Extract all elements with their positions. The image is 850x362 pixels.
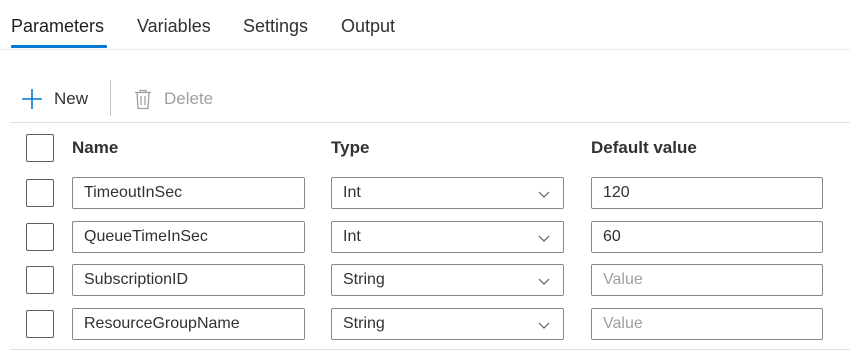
trash-icon <box>135 89 151 110</box>
parameter-name-input[interactable]: QueueTimeInSec <box>72 221 305 253</box>
row-checkbox[interactable] <box>26 266 54 294</box>
parameter-name-value: TimeoutInSec <box>84 184 183 201</box>
parameter-name-input[interactable]: SubscriptionID <box>72 264 305 296</box>
default-value-text: 120 <box>603 184 630 201</box>
parameter-type-dropdown[interactable]: String <box>331 308 564 340</box>
parameter-name-input[interactable]: ResourceGroupName <box>72 308 305 340</box>
parameter-type-dropdown[interactable]: Int <box>331 221 564 253</box>
select-all-checkbox[interactable] <box>26 134 54 162</box>
table-row: SubscriptionID String Value <box>0 264 850 308</box>
chevron-down-icon <box>538 322 550 329</box>
tab-variables[interactable]: Variables <box>137 16 211 37</box>
tab-settings[interactable]: Settings <box>243 16 308 37</box>
default-value-placeholder: Value <box>603 271 643 288</box>
default-value-text: 60 <box>603 228 621 245</box>
tab-parameters[interactable]: Parameters <box>11 16 104 37</box>
table-top-border <box>10 122 850 123</box>
parameter-name-input[interactable]: TimeoutInSec <box>72 177 305 209</box>
delete-button[interactable]: Delete <box>133 78 213 120</box>
parameter-type-dropdown[interactable]: String <box>331 264 564 296</box>
new-button-label: New <box>54 89 89 108</box>
chevron-down-icon <box>538 235 550 242</box>
parameter-type-value: Int <box>343 228 361 245</box>
active-tab-indicator <box>11 45 107 48</box>
toolbar-divider <box>110 80 111 116</box>
table-bottom-border <box>10 349 850 350</box>
chevron-down-icon <box>538 278 550 285</box>
table-row: QueueTimeInSec Int 60 <box>0 221 850 265</box>
default-value-input[interactable]: 120 <box>591 177 823 209</box>
parameter-type-value: String <box>343 271 385 288</box>
row-checkbox[interactable] <box>26 179 54 207</box>
default-value-input[interactable]: Value <box>591 264 823 296</box>
parameter-name-value: QueueTimeInSec <box>84 228 208 245</box>
row-checkbox[interactable] <box>26 223 54 251</box>
table-row: ResourceGroupName String Value <box>0 308 850 352</box>
column-header-type: Type <box>331 138 370 157</box>
default-value-placeholder: Value <box>603 315 643 332</box>
default-value-input[interactable]: Value <box>591 308 823 340</box>
row-checkbox[interactable] <box>26 310 54 338</box>
chevron-down-icon <box>538 191 550 198</box>
new-button[interactable]: New <box>20 78 88 120</box>
table-row: TimeoutInSec Int 120 <box>0 177 850 221</box>
tab-bar: Parameters Variables Settings Output <box>0 0 850 50</box>
toolbar: New Delete <box>0 78 850 120</box>
parameter-type-dropdown[interactable]: Int <box>331 177 564 209</box>
tab-output[interactable]: Output <box>341 16 395 37</box>
parameter-name-value: SubscriptionID <box>84 271 189 288</box>
column-header-default-value: Default value <box>591 138 697 157</box>
parameter-name-value: ResourceGroupName <box>84 315 240 332</box>
column-header-name: Name <box>72 138 119 157</box>
parameter-type-value: Int <box>343 184 361 201</box>
delete-button-label: Delete <box>164 89 214 108</box>
default-value-input[interactable]: 60 <box>591 221 823 253</box>
plus-icon <box>22 89 42 109</box>
parameter-type-value: String <box>343 315 385 332</box>
